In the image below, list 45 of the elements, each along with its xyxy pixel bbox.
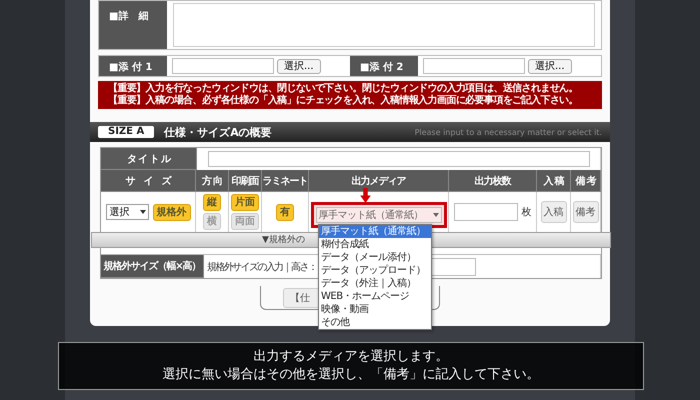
dropdown-arrow-icon (432, 213, 438, 217)
title-label: タ イ ト ル (101, 148, 197, 170)
attachment-field[interactable] (423, 58, 525, 74)
media-option[interactable]: 糊付合成紙 (319, 238, 431, 251)
custom-size-button[interactable]: 規格外 (152, 204, 190, 220)
remarks-button[interactable]: 備考 (572, 201, 598, 223)
print-side-toggle[interactable]: 片面 (231, 194, 259, 211)
submit-button[interactable]: 入稿 (540, 201, 566, 223)
section-hint: Please input to a necessary matter or select it. (414, 128, 602, 136)
column-header: 出力枚数 (449, 170, 537, 192)
count-field[interactable] (454, 203, 518, 221)
attachment-label: ■添 付 2 (350, 56, 418, 76)
title-field[interactable] (208, 151, 590, 167)
section-title: 仕様・サイズAの概要 (164, 124, 272, 140)
column-header: ラミネート (262, 170, 309, 192)
dropdown-arrow-icon (140, 210, 146, 214)
count-unit: 枚 (522, 206, 532, 219)
column-header: 入 稿 (537, 170, 571, 192)
choose-file-button[interactable]: 選択... (528, 58, 572, 74)
size-select[interactable]: 選択 (106, 204, 148, 220)
section-badge: SIZE A (98, 126, 154, 138)
laminate-toggle[interactable]: 有 (276, 204, 294, 220)
column-header: サ イ ズ (101, 170, 196, 192)
media-option[interactable]: データ（アップロード） (319, 264, 431, 277)
column-header: 方 向 (196, 170, 229, 192)
detail-label: ■詳 細 (99, 1, 167, 49)
column-header: 出力メディア (309, 170, 449, 192)
media-option[interactable]: その他 (319, 316, 431, 329)
column-header: 備 考 (571, 170, 601, 192)
detail-textarea[interactable] (173, 3, 595, 47)
column-header: 印刷面 (229, 170, 262, 192)
notice-text: 【重要】入力を行なったウィンドウは、閉じないで下さい。閉じたウィンドウの入力項目は、送信されません。 (108, 83, 580, 94)
attachment-label: ■添 付 1 (99, 56, 167, 76)
caption-text: 選択に無い場合はその他を選択し、「備考」に記入して下さい。 (162, 366, 540, 384)
orientation-toggle[interactable]: 縦 (203, 194, 221, 211)
media-option[interactable]: データ（メール添付） (319, 251, 431, 264)
media-option[interactable]: データ（外注｜入稿） (319, 277, 431, 290)
media-option[interactable]: 厚手マット紙（通常紙） (319, 225, 431, 238)
media-select[interactable]: 厚手マット紙（通常紙） (316, 207, 442, 223)
custom-size-label: 規格外サイズ（幅×高） (101, 255, 204, 278)
choose-file-button[interactable]: 選択... (277, 58, 321, 74)
caption-text: 出力するメディアを選択します。 (254, 348, 448, 366)
attachment-field[interactable] (172, 58, 274, 74)
notice-text: 【重要】入稿の場合、必ず各仕様の「入稿」にチェックを入れ、入稿情報入力画面に必要事項をご記入下さい。 (108, 95, 580, 107)
custom-size-text: 規格外サイズの入力｜高さ： (207, 260, 316, 274)
